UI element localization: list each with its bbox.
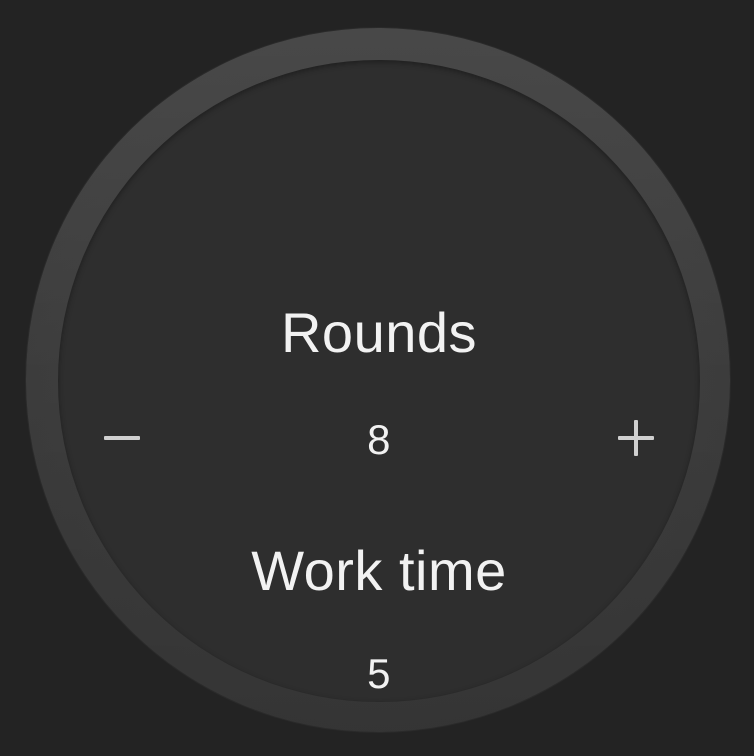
- rounds-title: Rounds: [280, 301, 478, 364]
- work-time-value: 5: [367, 650, 391, 697]
- work-time-title: Work time: [251, 539, 507, 602]
- increase-rounds-button[interactable]: [604, 406, 668, 470]
- watch-screen: Rounds 8 Work time 5: [0, 0, 754, 756]
- watch-face[interactable]: Rounds 8 Work time 5: [58, 60, 700, 702]
